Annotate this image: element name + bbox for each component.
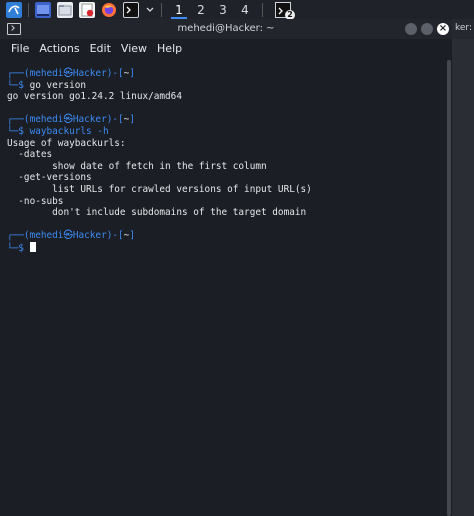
- window-title: mehedi@Hacker: ~: [177, 23, 275, 34]
- prompt-line: ┌──(mehedi㉿Hacker)-[~]: [7, 230, 135, 242]
- terminal-output[interactable]: ┌──(mehedi㉿Hacker)-[~] └─$ go version go…: [0, 60, 447, 516]
- terminal-task-button[interactable]: 2: [275, 1, 295, 20]
- chevron-down-icon[interactable]: [145, 2, 155, 18]
- menu-actions[interactable]: Actions: [39, 42, 79, 55]
- command-line: └─$ go version: [7, 79, 87, 91]
- menu-view[interactable]: View: [121, 42, 147, 55]
- output-line: list URLs for crawled versions of input …: [7, 183, 312, 195]
- output-line: -no-subs: [7, 195, 64, 207]
- maximize-button[interactable]: [421, 23, 433, 35]
- text-cursor: [29, 241, 36, 252]
- active-prompt-line[interactable]: └─$: [7, 241, 447, 254]
- workspace-2[interactable]: 2: [190, 0, 212, 19]
- output-line: -get-versions: [7, 172, 92, 184]
- output-line: Usage of waybackurls:: [7, 137, 126, 149]
- minimize-button[interactable]: [405, 23, 417, 35]
- taskbar-separator: [262, 2, 263, 17]
- window-titlebar[interactable]: mehedi@Hacker: ~ ×: [0, 19, 452, 39]
- prompt-line: ┌──(mehedi㉿Hacker)-[~]: [7, 114, 135, 126]
- taskbar: 1 2 3 4 2: [0, 0, 474, 20]
- menu-bar: File Actions Edit View Help: [0, 39, 452, 58]
- terminal-launcher-icon[interactable]: [123, 1, 139, 18]
- taskbar-separator: [28, 2, 29, 17]
- output-line: don't include subdomains of the target d…: [7, 207, 307, 219]
- workspace-3[interactable]: 3: [212, 0, 234, 19]
- close-button[interactable]: ×: [437, 23, 449, 35]
- workspace-1[interactable]: 1: [168, 0, 190, 19]
- background-window-titlebar[interactable]: ker:: [452, 19, 474, 39]
- task-count-badge: 2: [285, 9, 295, 20]
- show-desktop-icon[interactable]: [35, 1, 51, 18]
- file-manager-icon[interactable]: [57, 1, 73, 18]
- background-window[interactable]: ker:: [452, 19, 474, 516]
- workspace-4[interactable]: 4: [234, 0, 256, 19]
- output-line: -dates: [7, 149, 53, 161]
- firefox-icon[interactable]: [101, 2, 117, 18]
- scrollbar-thumb[interactable]: [447, 60, 451, 516]
- menu-help[interactable]: Help: [157, 42, 182, 55]
- menu-edit[interactable]: Edit: [90, 42, 111, 55]
- terminal-window: mehedi@Hacker: ~ × File Actions Edit Vie…: [0, 19, 453, 516]
- kali-menu-icon[interactable]: [6, 1, 22, 18]
- text-editor-icon[interactable]: [79, 1, 95, 18]
- background-window-title: ker:: [455, 23, 473, 33]
- prompt-line: ┌──(mehedi㉿Hacker)-[~]: [7, 68, 135, 79]
- menu-file[interactable]: File: [11, 42, 29, 55]
- output-line: go version go1.24.2 linux/amd64: [7, 91, 182, 103]
- command-line: └─$ waybackurls -h: [7, 125, 109, 137]
- output-line: show date of fetch in the first column: [7, 160, 267, 172]
- taskbar-separator: [161, 2, 162, 17]
